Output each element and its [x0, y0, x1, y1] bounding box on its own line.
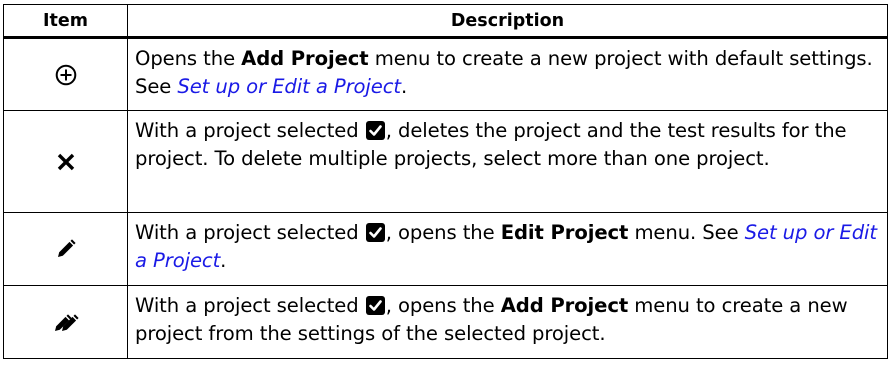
- description-text: Opens the: [135, 47, 242, 70]
- checkbox-checked-icon: [365, 296, 385, 315]
- menu-name: Edit Project: [500, 221, 629, 244]
- description-text: .: [400, 75, 408, 98]
- description-text: , opens the: [385, 294, 501, 317]
- description-text: With a project selected: [135, 294, 365, 317]
- description-cell: With a project selected , opens the Add …: [127, 285, 888, 359]
- description-table: Item Description Opens the Add Project m…: [3, 4, 888, 359]
- description-cell: With a project selected , opens the Edit…: [127, 212, 888, 286]
- description-text: With a project selected: [135, 119, 365, 142]
- table-row: With a project selected , deletes the pr…: [3, 110, 888, 213]
- add-circle-icon: [55, 64, 77, 85]
- description-cell: With a project selected , deletes the pr…: [127, 110, 888, 213]
- cross-reference-link[interactable]: Set up or Edit a Project: [177, 75, 401, 98]
- item-cell: [3, 212, 128, 286]
- description-text: , opens the: [385, 221, 501, 244]
- table-row: Opens the Add Project menu to create a n…: [3, 37, 888, 111]
- table-row: With a project selected , opens the Edit…: [3, 212, 888, 286]
- item-cell: [3, 110, 128, 213]
- menu-name: Add Project: [500, 294, 629, 317]
- description-text: menu. See: [628, 221, 745, 244]
- header-row: Item Description: [3, 4, 888, 39]
- checkbox-checked-icon: [365, 121, 385, 140]
- table-row: With a project selected , opens the Add …: [3, 285, 888, 359]
- description-cell: Opens the Add Project menu to create a n…: [127, 37, 888, 111]
- description-text: .: [220, 249, 227, 272]
- checkbox-checked-icon: [365, 223, 385, 242]
- item-cell: [3, 37, 128, 111]
- close-x-icon: [56, 151, 76, 170]
- menu-name: Add Project: [241, 47, 369, 70]
- double-pencil-icon: [53, 312, 79, 331]
- description-text: With a project selected: [135, 221, 365, 244]
- item-cell: [3, 285, 128, 359]
- header-item: Item: [3, 4, 128, 39]
- pencil-icon: [55, 239, 77, 258]
- header-description: Description: [127, 4, 888, 39]
